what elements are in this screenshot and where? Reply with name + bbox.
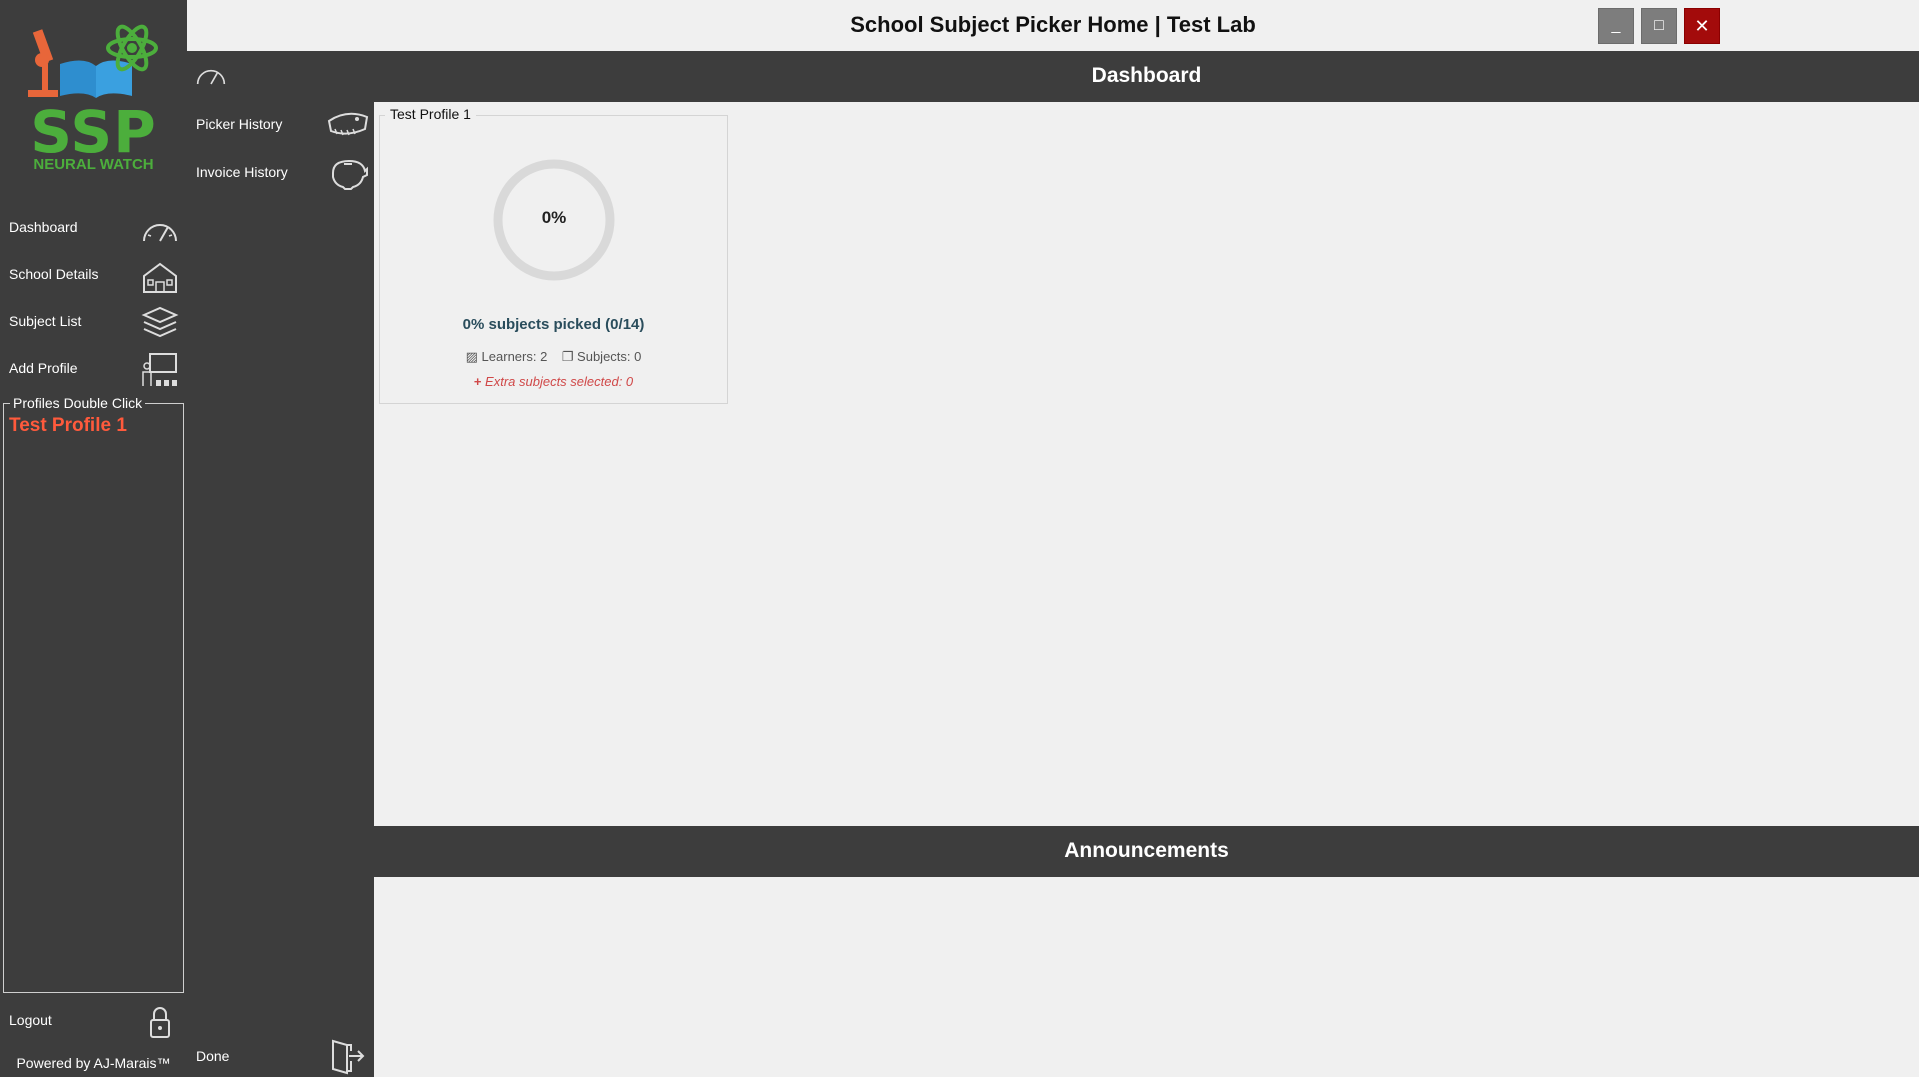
logo-subtitle: NEURAL WATCH (33, 156, 154, 173)
invoice-history-label: Invoice History (196, 164, 288, 180)
profiles-legend: Profiles Double Click (10, 395, 146, 411)
dinosaur-skull-icon (327, 112, 369, 136)
learners-count: Learners: 2 (481, 349, 548, 364)
done-label: Done (196, 1048, 230, 1064)
powered-by-label: Powered by AJ-Marais™ (16, 1055, 171, 1071)
invoice-history-button[interactable]: Invoice History (187, 153, 374, 193)
logout-button[interactable]: Logout (0, 1000, 187, 1044)
minimize-button[interactable]: _ (1598, 8, 1634, 44)
announcements-title: Announcements (1064, 839, 1229, 862)
piggy-bank-icon (332, 159, 368, 190)
logout-label: Logout (9, 1012, 52, 1028)
picker-history-label: Picker History (196, 116, 283, 132)
lock-icon (150, 1007, 170, 1038)
speedometer-icon (143, 224, 177, 242)
sidebar-item-label: Subject List (9, 313, 82, 329)
dashboard-header: Dashboard (374, 51, 1919, 102)
sidebar-item-dashboard[interactable]: Dashboard (0, 207, 187, 251)
sidebar-item-label: School Details (9, 266, 99, 282)
maximize-button[interactable]: □ (1641, 8, 1677, 44)
subjects-count: Subjects: 0 (577, 349, 642, 364)
announcements-panel (374, 877, 1919, 1077)
exit-door-icon (332, 1039, 365, 1075)
close-button[interactable]: ✕ (1684, 8, 1720, 44)
ssp-logo-icon (28, 24, 158, 98)
profile-stats: ▨ Learners: 2 ❐ Subjects: 0 (379, 349, 728, 365)
teacher-classroom-icon (142, 353, 177, 386)
stacked-books-icon (141, 306, 179, 338)
plus-icon: + (473, 374, 482, 389)
secondary-sidebar: Picker History Invoice History Done (187, 51, 374, 1077)
profiles-group (3, 403, 184, 993)
dashboard-title: Dashboard (1091, 64, 1202, 87)
extra-subjects-label: Extra subjects selected: 0 (485, 374, 634, 389)
sidebar-item-add-profile[interactable]: Add Profile (0, 348, 187, 392)
progress-percent: 0% (541, 208, 567, 227)
subjects-picked-text: 0% subjects picked (0/14) (462, 316, 645, 333)
picker-history-button[interactable]: Picker History (187, 105, 374, 145)
done-button[interactable]: Done (187, 1036, 374, 1076)
school-building-icon (143, 262, 177, 293)
sidebar-item-label: Add Profile (9, 360, 78, 376)
sidebar-item-subject-list[interactable]: Subject List (0, 301, 187, 345)
speedometer-icon (196, 69, 226, 85)
subjects-icon: ❐ (561, 349, 574, 364)
learner-icon: ▨ (465, 349, 478, 364)
announcements-header: Announcements (374, 826, 1919, 877)
sidebar-item-label: Dashboard (9, 219, 78, 235)
sidebar-item-school-details[interactable]: School Details (0, 254, 187, 298)
extra-subjects-text: + Extra subjects selected: 0 (379, 374, 728, 389)
profile-card-title: Test Profile 1 (385, 106, 476, 122)
left-sidebar: SSP NEURAL WATCH Dashboard School Detail… (0, 0, 187, 1077)
profile-list-item[interactable]: Test Profile 1 (9, 415, 127, 437)
